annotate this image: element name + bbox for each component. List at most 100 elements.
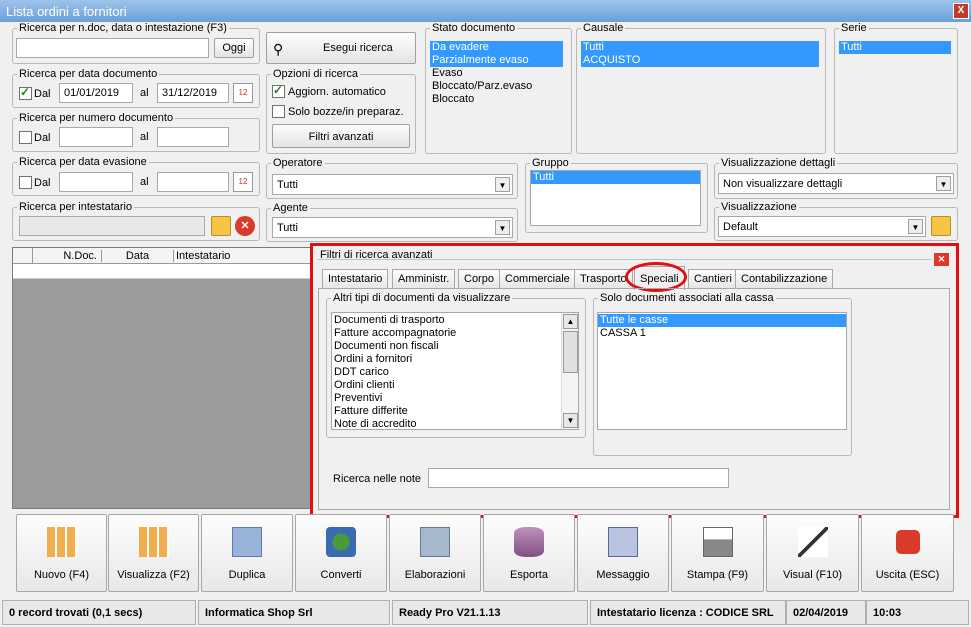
list-item[interactable]: Note di accredito [332, 418, 578, 429]
list-item[interactable]: ACQUISTO [581, 54, 819, 67]
list-item[interactable]: Tutte le casse [598, 314, 846, 327]
list-item[interactable]: Da evadere [430, 41, 563, 54]
exit-button[interactable]: Uscita (ESC) [861, 514, 954, 592]
list-item[interactable]: Bloccato [430, 93, 563, 106]
operator-label: Operatore [271, 157, 325, 169]
drafts-only-checkbox[interactable] [272, 105, 285, 118]
cassa-label: Solo documenti associati alla cassa [598, 292, 776, 304]
column-header[interactable]: Intestatario [173, 250, 230, 262]
status-list[interactable]: Da evadere Parzialmente evaso Evaso Bloc… [430, 41, 563, 109]
tab-trasporto[interactable]: Trasporto [574, 269, 633, 288]
list-item[interactable]: Ordini a fornitori [332, 353, 578, 366]
notes-search-label: Ricerca nelle note [333, 473, 422, 485]
agent-select[interactable]: Tutti ▼ [272, 217, 513, 238]
table-row[interactable] [13, 264, 313, 279]
calendar-icon[interactable]: 12 [233, 83, 253, 103]
folder-icon[interactable] [931, 216, 951, 236]
message-label: Messaggio [596, 569, 650, 581]
view-grid-icon [138, 527, 169, 557]
list-item[interactable]: Tutti [839, 41, 951, 54]
view-label: Visualizza (F2) [117, 569, 190, 581]
tab-commerciale[interactable]: Commerciale [499, 269, 576, 288]
convert-button[interactable]: Converti [295, 514, 387, 592]
list-item[interactable]: Documenti non fiscali [332, 340, 578, 353]
column-header[interactable]: N.Doc. [33, 250, 101, 262]
column-header[interactable]: Data [101, 250, 173, 262]
ndoc-search-input[interactable] [16, 38, 209, 58]
list-item[interactable]: Tutti [581, 41, 819, 54]
evasion-from-input[interactable] [59, 172, 133, 192]
advanced-filters-button[interactable]: Filtri avanzati [272, 124, 410, 148]
row-indicator [13, 248, 33, 264]
close-window-button[interactable]: X [953, 3, 969, 19]
duplicate-icon [232, 527, 262, 557]
drafts-only-label: Solo bozze/in preparaz. [288, 106, 404, 118]
other-docs-list[interactable]: Documenti di trasporto Fatture accompagn… [331, 312, 579, 430]
oggi-button[interactable]: Oggi [214, 38, 254, 58]
evasion-to-input[interactable] [157, 172, 229, 192]
list-item[interactable]: Evaso [430, 67, 563, 80]
agent-label: Agente [271, 202, 310, 214]
visual-button[interactable]: Visual (F10) [766, 514, 859, 592]
number-to-input[interactable] [157, 127, 229, 147]
detail-view-select[interactable]: Non visualizzare dettagli ▼ [718, 173, 954, 194]
message-button[interactable]: Messaggio [577, 514, 669, 592]
list-item[interactable]: Ordini clienti [332, 379, 578, 392]
group-list[interactable]: Tutti [530, 170, 701, 226]
export-label: Esporta [510, 569, 548, 581]
list-item[interactable]: Fatture differite [332, 405, 578, 418]
tab-amministr[interactable]: Amministr. [392, 269, 456, 288]
tab-contabilizzazione[interactable]: Contabilizzazione [735, 269, 834, 288]
export-button[interactable]: Esporta [483, 514, 575, 592]
scroll-thumb[interactable] [563, 331, 578, 373]
status-version: Ready Pro V21.1.13 [392, 600, 588, 625]
scrollbar[interactable]: ▲ ▼ [561, 313, 578, 429]
window-title: Lista ordini a fornitori [0, 0, 971, 22]
operator-select[interactable]: Tutti ▼ [272, 174, 513, 195]
tab-cantieri[interactable]: Cantieri [688, 269, 738, 288]
new-button[interactable]: Nuovo (F4) [16, 514, 107, 592]
view-button[interactable]: Visualizza (F2) [108, 514, 199, 592]
group-label: Gruppo [530, 157, 571, 169]
serie-list[interactable]: Tutti [839, 41, 951, 141]
envelope-icon [608, 527, 638, 557]
processing-button[interactable]: Elaborazioni [389, 514, 481, 592]
folder-icon[interactable] [211, 216, 231, 236]
tab-corpo[interactable]: Corpo [458, 269, 500, 288]
evasion-dal-checkbox[interactable] [19, 176, 32, 189]
view-select[interactable]: Default ▼ [718, 216, 926, 237]
duplicate-button[interactable]: Duplica [201, 514, 293, 592]
power-icon [895, 530, 920, 554]
orders-grid[interactable]: N.Doc. Data Intestatario [12, 247, 313, 509]
list-item[interactable]: Bloccato/Parz.evaso [430, 80, 563, 93]
list-item[interactable]: Parzialmente evaso [430, 54, 563, 67]
date-from-input[interactable]: 01/01/2019 [59, 83, 133, 103]
list-item[interactable]: Tutti [531, 171, 700, 184]
delete-icon[interactable]: ✕ [235, 216, 255, 236]
list-item[interactable]: Documenti di trasporto [332, 314, 578, 327]
execute-search-button[interactable]: ⚲ Esegui ricerca [266, 32, 416, 64]
print-button[interactable]: Stampa (F9) [671, 514, 764, 592]
close-icon: X [957, 5, 965, 16]
number-dal-checkbox[interactable] [19, 131, 32, 144]
date-dal-checkbox[interactable] [19, 85, 32, 100]
scroll-up-icon[interactable]: ▲ [563, 314, 578, 329]
auto-update-checkbox[interactable] [272, 83, 285, 98]
tab-intestatario[interactable]: Intestatario [322, 269, 389, 288]
list-item[interactable]: CASSA 1 [598, 327, 846, 340]
causale-list[interactable]: Tutti ACQUISTO [581, 41, 819, 141]
close-panel-button[interactable]: ✕ [934, 253, 949, 266]
status-label: Stato documento [430, 22, 518, 34]
list-item[interactable]: Preventivi [332, 392, 578, 405]
list-item[interactable]: DDT carico [332, 366, 578, 379]
number-search-label: Ricerca per numero documento [17, 112, 176, 124]
list-item[interactable]: Fatture accompagnatorie [332, 327, 578, 340]
calendar-icon[interactable]: 12 [233, 172, 253, 192]
cassa-list[interactable]: Tutte le casse CASSA 1 [597, 312, 847, 430]
date-to-input[interactable]: 31/12/2019 [157, 83, 229, 103]
convert-icon [326, 527, 356, 557]
number-from-input[interactable] [59, 127, 133, 147]
scroll-down-icon[interactable]: ▼ [563, 413, 578, 428]
notes-search-input[interactable] [428, 468, 729, 488]
holder-input[interactable] [19, 216, 205, 236]
